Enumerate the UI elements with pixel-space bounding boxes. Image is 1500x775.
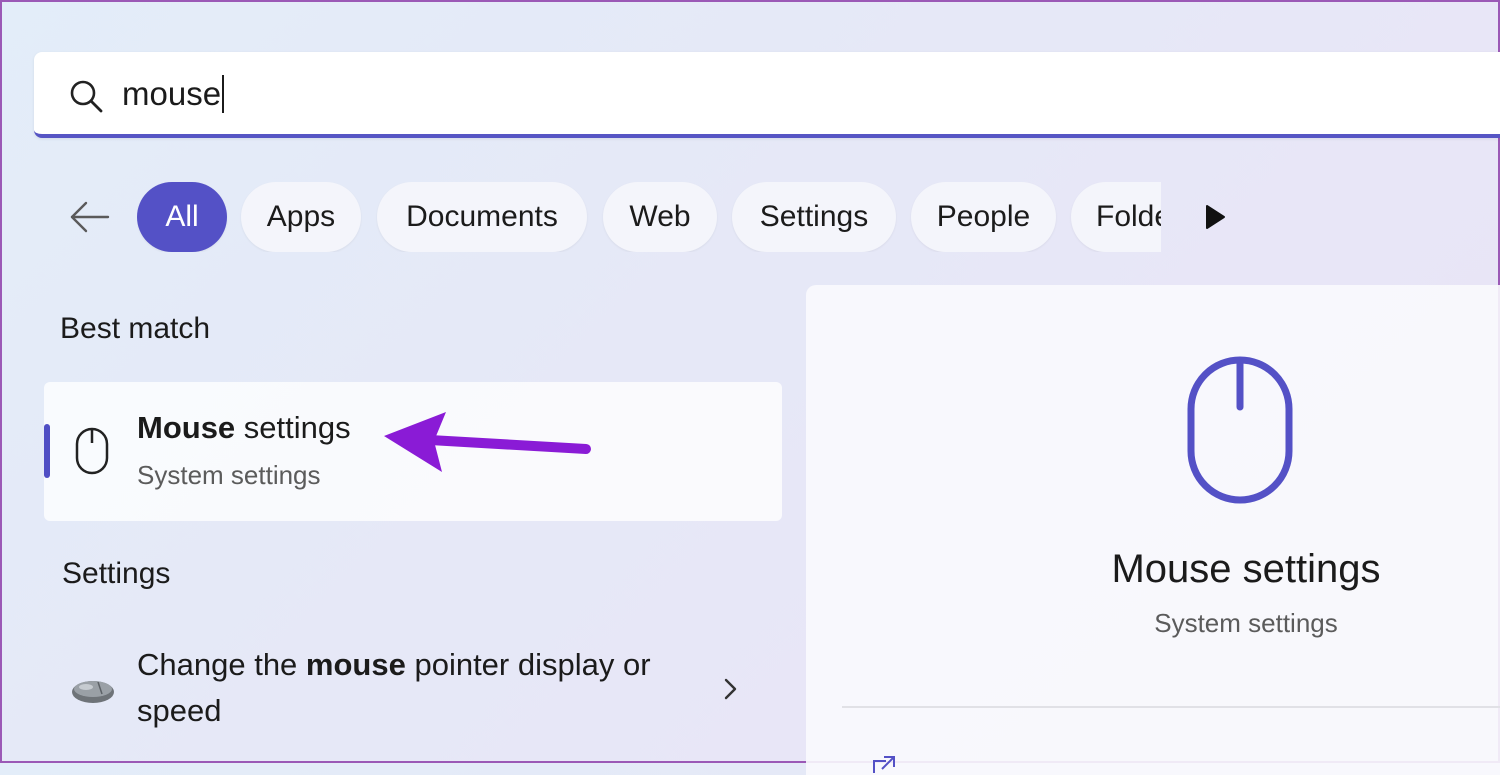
open-icon[interactable]: [870, 755, 900, 775]
settings-heading: Settings: [62, 557, 171, 590]
best-match-heading: Best match: [60, 312, 211, 345]
filter-chip-settings[interactable]: Settings: [732, 182, 896, 252]
play-arrow-icon[interactable]: [1202, 203, 1228, 231]
text-caret: [222, 75, 225, 113]
filter-chip-people[interactable]: People: [911, 182, 1056, 252]
mouse-outline-icon: [1187, 356, 1293, 504]
annotation-arrow-icon: [384, 412, 591, 472]
mouse-outline-icon: [75, 427, 109, 475]
best-match-title: Mouse settings: [137, 410, 351, 445]
filter-chip-web[interactable]: Web: [603, 182, 717, 252]
filter-chip-all[interactable]: All: [137, 182, 227, 252]
preview-panel: Mouse settings System settings: [806, 285, 1500, 775]
chevron-right-icon[interactable]: [720, 674, 740, 704]
back-arrow-icon[interactable]: [66, 194, 112, 240]
filter-chip-documents[interactable]: Documents: [377, 182, 587, 252]
search-input[interactable]: mouse: [122, 72, 225, 116]
filter-tabs: All Apps Documents Web Settings People F…: [137, 182, 1161, 252]
best-match-subtitle: System settings: [137, 460, 321, 490]
filter-chip-apps[interactable]: Apps: [241, 182, 361, 252]
settings-result-label: Change the mouse pointer display or spee…: [137, 647, 651, 728]
settings-result-item[interactable]: Change the mouse pointer display or spee…: [44, 632, 782, 752]
preview-title: Mouse settings: [1111, 547, 1381, 591]
selection-indicator: [44, 424, 50, 478]
preview-subtitle: System settings: [1154, 608, 1338, 638]
search-box[interactable]: mouse: [34, 52, 1500, 138]
divider: [842, 706, 1500, 708]
mouse-gray-icon: [72, 681, 114, 703]
filter-chip-folders[interactable]: Folde: [1071, 182, 1161, 252]
search-icon: [70, 80, 103, 113]
